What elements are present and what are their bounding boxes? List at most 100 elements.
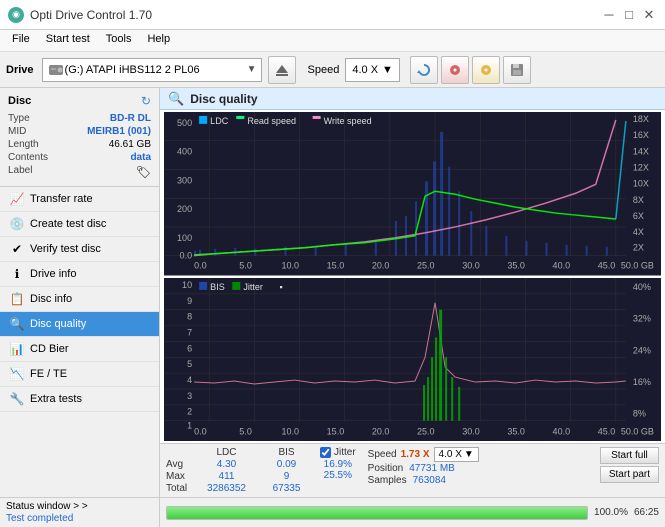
svg-text:8X: 8X [633,195,644,205]
sidebar: Disc ↻ Type BD-R DL MID MEIRB1 (001) Len… [0,88,160,497]
svg-text:32%: 32% [633,313,651,323]
svg-text:3: 3 [187,390,192,400]
svg-text:20.0: 20.0 [372,261,390,271]
status-window-text: Status window > > [6,501,153,512]
sidebar-item-extra-tests[interactable]: 🔧 Extra tests [0,387,159,412]
start-full-button[interactable]: Start full [600,447,659,464]
svg-text:18X: 18X [633,114,649,124]
svg-text:6X: 6X [633,211,644,221]
svg-text:BIS: BIS [210,281,225,291]
position-value: 47731 MB [409,463,455,474]
nav-items: 📈 Transfer rate 💿 Create test disc ✔ Ver… [0,187,159,412]
svg-text:35.0: 35.0 [507,426,525,436]
max-bis: 9 [259,471,314,482]
drive-selector[interactable]: (G:) ATAPI iHBS112 2 PL06 ▼ [42,58,262,82]
menu-bar: File Start test Tools Help [0,30,665,52]
svg-text:100: 100 [177,233,192,243]
charts-area: 500 400 300 200 100 0.0 18X 16X 14X 12X … [160,110,665,443]
eject-button[interactable] [268,56,296,84]
svg-text:5: 5 [187,359,192,369]
svg-text:30.0: 30.0 [462,261,480,271]
refresh-button[interactable] [410,56,438,84]
svg-text:1: 1 [187,420,192,430]
sidebar-item-disc-quality[interactable]: 🔍 Disc quality [0,312,159,337]
svg-text:14X: 14X [633,147,649,157]
chart1-container: 500 400 300 200 100 0.0 18X 16X 14X 12X … [164,112,661,276]
close-button[interactable]: ✕ [641,7,657,23]
minimize-button[interactable]: ─ [601,7,617,23]
menu-help[interactable]: Help [139,32,178,49]
speed-target-selector[interactable]: 4.0 X ▼ [434,447,479,462]
samples-value: 763084 [413,475,446,486]
svg-text:45.0: 45.0 [598,261,616,271]
sidebar-item-create-test-disc[interactable]: 💿 Create test disc [0,212,159,237]
disc-type-label: Type [8,113,30,124]
disc-info-icon: 📋 [10,292,24,306]
svg-text:35.0: 35.0 [507,261,525,271]
sidebar-item-disc-info[interactable]: 📋 Disc info [0,287,159,312]
disc-quality-header: 🔍 Disc quality [160,88,665,110]
menu-start-test[interactable]: Start test [38,32,98,49]
ldc-header: LDC [194,447,259,458]
menu-file[interactable]: File [4,32,38,49]
svg-text:40.0: 40.0 [553,261,571,271]
start-part-button[interactable]: Start part [600,466,659,483]
transfer-rate-icon: 📈 [10,192,24,206]
disc-mid-value: MEIRB1 (001) [87,126,151,137]
disc-label-icon[interactable]: 🏷 [136,165,151,179]
sidebar-item-cd-bier-label: CD Bier [30,343,69,355]
total-label: Total [166,483,194,494]
disc-yellow-icon [479,63,493,77]
position-label: Position [368,463,404,474]
svg-text:300: 300 [177,175,192,185]
svg-text:10.0: 10.0 [281,261,299,271]
avg-bis: 0.09 [259,459,314,470]
sidebar-item-verify-test-disc[interactable]: ✔ Verify test disc [0,237,159,262]
disc-yellow-button[interactable] [472,56,500,84]
app-window: ◉ Opti Drive Control 1.70 ─ □ ✕ File Sta… [0,0,665,527]
svg-text:8%: 8% [633,408,646,418]
sidebar-item-verify-test-disc-label: Verify test disc [30,243,101,255]
maximize-button[interactable]: □ [621,7,637,23]
speed-selector[interactable]: 4.0 X ▼ [345,58,400,82]
time-text: 66:25 [634,507,659,518]
completed-text: Test completed [6,513,153,524]
max-ldc: 411 [194,471,259,482]
disc-type-value: BD-R DL [110,113,151,124]
disc-red-button[interactable] [441,56,469,84]
sidebar-item-drive-info[interactable]: ℹ Drive info [0,262,159,287]
disc-refresh-icon[interactable]: ↻ [141,94,151,108]
jitter-checkbox[interactable] [320,447,331,458]
speed-target-arrow[interactable]: ▼ [464,449,474,460]
save-button[interactable] [503,56,531,84]
status-window-toggle[interactable]: Status window > > Test completed [0,498,160,527]
svg-text:45.0: 45.0 [598,426,616,436]
svg-text:0.0: 0.0 [180,251,193,261]
svg-text:16X: 16X [633,130,649,140]
drive-dropdown-arrow[interactable]: ▼ [247,64,257,75]
svg-text:10X: 10X [633,178,649,188]
disc-length-value: 46.61 GB [109,139,151,150]
sidebar-item-transfer-rate-label: Transfer rate [30,193,93,205]
eject-icon [275,63,289,77]
svg-text:LDC: LDC [210,116,229,126]
svg-text:20.0: 20.0 [372,426,390,436]
fe-te-icon: 📉 [10,367,24,381]
disc-panel-title: Disc [8,95,31,107]
sidebar-item-transfer-rate[interactable]: 📈 Transfer rate [0,187,159,212]
content-wrapper: Disc ↻ Type BD-R DL MID MEIRB1 (001) Len… [0,88,665,497]
svg-text:0.0: 0.0 [194,426,207,436]
svg-text:Jitter: Jitter [243,281,263,291]
disc-contents-value[interactable]: data [130,152,151,163]
start-buttons: Start full Start part [600,447,659,483]
svg-text:25.0: 25.0 [417,261,435,271]
svg-text:400: 400 [177,147,192,157]
sidebar-item-fe-te[interactable]: 📉 FE / TE [0,362,159,387]
speed-dropdown-arrow[interactable]: ▼ [382,64,393,76]
svg-text:8: 8 [187,311,192,321]
sidebar-item-cd-bier[interactable]: 📊 CD Bier [0,337,159,362]
sidebar-item-create-test-disc-label: Create test disc [30,218,106,230]
svg-text:Write speed: Write speed [324,116,372,126]
disc-label-label: Label [8,165,32,179]
menu-tools[interactable]: Tools [98,32,140,49]
